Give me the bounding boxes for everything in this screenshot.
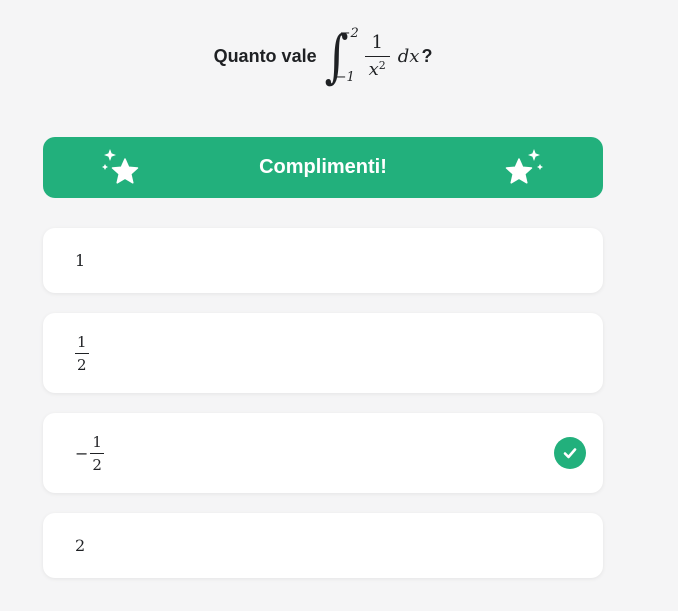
- question-mark: ?: [421, 45, 433, 66]
- fraction-denominator: 2: [90, 452, 104, 474]
- option-negative-fraction: − 1 2: [75, 433, 104, 474]
- sparkle-stars-icon: [505, 149, 543, 184]
- answer-option-3[interactable]: − 1 2: [43, 413, 603, 493]
- check-circle-icon: [554, 437, 586, 469]
- question-formula: ∫ −2 −1 1 x2 dx: [323, 24, 420, 88]
- fraction-denominator: 2: [75, 352, 89, 374]
- fraction-numerator: 1: [92, 432, 102, 451]
- question: Quanto vale ∫ −2 −1 1 x2 dx ?: [0, 22, 646, 90]
- option-value: 1: [75, 251, 86, 270]
- integrand-fraction: 1 x2: [364, 32, 390, 80]
- option-fraction: 1 2: [75, 333, 89, 374]
- denominator-base: x: [368, 59, 379, 80]
- answer-option-2[interactable]: 1 2: [43, 313, 603, 393]
- sparkle-stars-icon: [102, 149, 139, 184]
- quiz-page: Quanto vale ∫ −2 −1 1 x2 dx ? Compliment…: [0, 0, 678, 611]
- integrand-numerator: 1: [371, 32, 383, 53]
- answer-option-4[interactable]: 2: [43, 513, 603, 578]
- answer-option-1[interactable]: 1: [43, 228, 603, 293]
- differential: dx: [397, 45, 420, 67]
- fraction-numerator: 1: [77, 332, 87, 351]
- banner-message: Complimenti!: [259, 156, 387, 178]
- denominator-exponent: 2: [378, 59, 386, 72]
- checkmark-icon: [563, 448, 577, 459]
- integral-lower-bound: −1: [335, 70, 355, 85]
- integrand-denominator: x2: [364, 56, 390, 80]
- integral-upper-bound: −2: [339, 26, 359, 41]
- integral: ∫ −2 −1: [323, 24, 359, 88]
- option-fraction: 1 2: [90, 433, 104, 474]
- question-prefix: Quanto vale: [213, 45, 317, 66]
- success-banner: Complimenti!: [43, 137, 603, 198]
- option-value: 2: [75, 536, 86, 555]
- minus-sign: −: [75, 443, 89, 463]
